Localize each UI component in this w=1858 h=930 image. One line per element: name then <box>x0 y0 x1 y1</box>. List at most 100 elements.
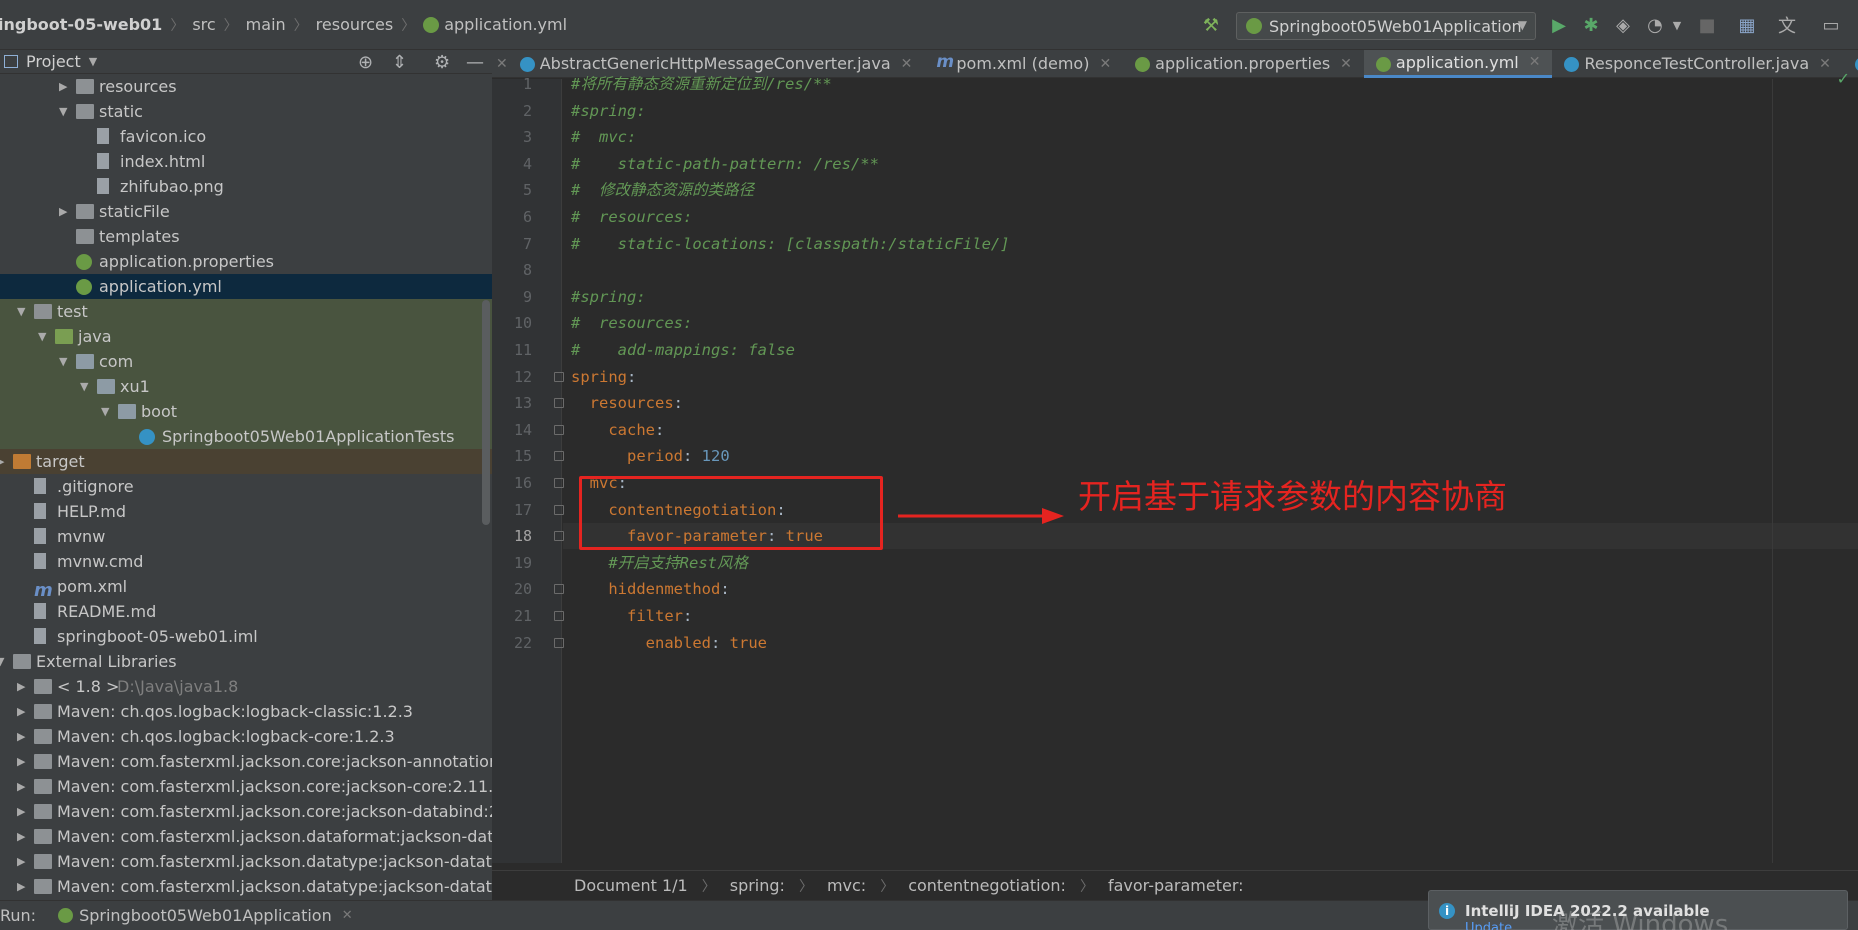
fold-marker-icon[interactable] <box>554 371 564 382</box>
tree-item[interactable]: ▼ xu1 <box>0 374 492 399</box>
collapse-arrow-icon[interactable]: ▶ <box>17 724 25 749</box>
tree-item[interactable]: m pom.xml <box>0 574 492 601</box>
breadcrumb-main[interactable]: main <box>246 15 286 34</box>
close-icon[interactable]: ✕ <box>901 56 913 72</box>
tree-item[interactable]: springboot-05-web01.iml <box>0 624 492 649</box>
expand-arrow-icon[interactable]: ▼ <box>17 299 25 324</box>
coverage-icon[interactable]: ◈ <box>1612 14 1634 36</box>
fold-marker-icon[interactable] <box>554 504 564 515</box>
tree-item[interactable]: ▶ target <box>0 449 492 474</box>
code-line[interactable]: # resources: <box>571 204 692 230</box>
stop-icon[interactable]: ■ <box>1696 14 1718 36</box>
gear-icon[interactable]: ⚙ <box>434 52 450 73</box>
tree-item[interactable]: ▶ Maven: com.fasterxml.jackson.datatype:j… <box>0 874 492 899</box>
tree-item[interactable]: favicon.ico <box>0 124 492 149</box>
close-icon[interactable]: ✕ <box>492 56 508 72</box>
tree-item[interactable]: ▶ Maven: ch.qos.logback:logback-core:1.2.… <box>0 724 492 749</box>
collapse-arrow-icon[interactable]: ▶ <box>17 874 25 899</box>
tree-item[interactable]: README.md <box>0 599 492 624</box>
editor-tab[interactable]: application.yml ✕ <box>1363 49 1553 78</box>
close-icon[interactable]: ✕ <box>1529 54 1541 70</box>
tree-item[interactable]: ▶ resources <box>0 74 492 99</box>
crumb-favor-parameter[interactable]: favor-parameter: <box>1108 876 1244 895</box>
update-link[interactable]: Update... <box>1465 921 1524 930</box>
tree-item[interactable]: ▼ External Libraries <box>0 649 492 674</box>
code-line[interactable]: filter: <box>571 603 692 629</box>
crumb-contentnegotiation[interactable]: contentnegotiation: <box>908 876 1066 895</box>
tree-item[interactable]: ▶ Maven: com.fasterxml.jackson.core:jacks… <box>0 749 492 774</box>
collapse-arrow-icon[interactable]: ▶ <box>17 749 25 774</box>
editor-tab[interactable]: m pom.xml (demo) ✕ <box>924 50 1123 78</box>
code-line[interactable]: #spring: <box>571 284 646 310</box>
terminal-icon[interactable]: ▭ <box>1820 14 1842 36</box>
tree-item[interactable]: ▼ com <box>0 349 492 374</box>
collapse-arrow-icon[interactable]: ▶ <box>17 824 25 849</box>
tree-item[interactable]: ▶ Maven: ch.qos.logback:logback-classic:1… <box>0 699 492 724</box>
tree-item[interactable]: ▼ test <box>0 299 492 324</box>
expand-arrow-icon[interactable]: ▼ <box>38 324 46 349</box>
tree-item[interactable]: HELP.md <box>0 499 492 524</box>
code-line[interactable]: # 修改静态资源的类路径 <box>571 177 754 203</box>
close-icon[interactable]: ✕ <box>1099 56 1111 72</box>
crumb-spring[interactable]: spring: <box>730 876 785 895</box>
collapse-arrow-icon[interactable]: ▶ <box>17 799 25 824</box>
breadcrumb-project[interactable]: ingboot-05-web01 <box>0 15 162 34</box>
collapse-arrow-icon[interactable]: ▶ <box>59 74 67 99</box>
tree-item[interactable]: Springboot05Web01ApplicationTests <box>0 424 492 449</box>
breadcrumb-resources[interactable]: resources <box>316 15 394 34</box>
breadcrumb-src[interactable]: src <box>192 15 215 34</box>
minimize-icon[interactable]: — <box>466 52 484 73</box>
tree-item[interactable]: zhifubao.png <box>0 174 492 199</box>
code-line[interactable]: # mvc: <box>571 124 636 150</box>
run-configuration-selector[interactable]: Springboot05Web01Application ▼ <box>1236 12 1536 40</box>
code-line[interactable]: cache: <box>571 417 664 443</box>
tree-item[interactable]: ▶ Maven: com.fasterxml.jackson.core:jacks… <box>0 799 492 824</box>
run-icon[interactable]: ▶ <box>1548 14 1570 36</box>
locate-icon[interactable]: ⊕ <box>358 52 373 73</box>
chevron-down-icon[interactable]: ▼ <box>89 55 97 68</box>
tree-item[interactable]: application.properties <box>0 249 492 274</box>
fold-marker-icon[interactable] <box>554 398 564 409</box>
close-icon[interactable]: ✕ <box>1819 56 1831 72</box>
fold-marker-icon[interactable] <box>554 424 564 435</box>
close-icon[interactable]: ✕ <box>1340 56 1352 72</box>
translate-icon[interactable]: 文 <box>1776 14 1798 37</box>
collapse-arrow-icon[interactable]: ▶ <box>17 699 25 724</box>
code-line[interactable]: #将所有静态资源重新定位到/res/** <box>571 71 832 97</box>
project-panel-title[interactable]: Project <box>26 52 81 71</box>
fold-marker-icon[interactable] <box>554 611 564 621</box>
project-structure-icon[interactable]: ▦ <box>1736 14 1758 36</box>
editor-tab[interactable]: ResponceTestController.java ✕ <box>1552 50 1842 78</box>
project-scrollbar[interactable] <box>482 300 490 525</box>
code-line[interactable]: spring: <box>571 364 636 390</box>
tree-item[interactable]: ▼ java <box>0 324 492 349</box>
collapse-arrow-icon[interactable]: ▶ <box>0 449 4 474</box>
close-icon[interactable]: ✕ <box>342 908 353 923</box>
tree-item[interactable]: application.yml <box>0 274 492 299</box>
tree-item[interactable]: ▶ staticFile <box>0 199 492 224</box>
fold-marker-icon[interactable] <box>554 451 564 462</box>
code-line[interactable]: #开启支持Rest风格 <box>571 550 748 576</box>
fold-marker-icon[interactable] <box>554 584 564 595</box>
tree-item[interactable]: ▼ boot <box>0 399 492 424</box>
tree-item[interactable]: ▶ Maven: com.fasterxml.jackson.dataformat… <box>0 824 492 849</box>
tree-item[interactable]: mvnw.cmd <box>0 549 492 574</box>
code-line[interactable]: # add-mappings: false <box>571 337 795 363</box>
code-line[interactable]: #spring: <box>571 98 646 124</box>
tree-item[interactable]: ▶ < 1.8 > D:\Java\java1.8 <box>0 674 492 699</box>
tree-item[interactable]: ▶ Maven: com.fasterxml.jackson.core:jacks… <box>0 774 492 799</box>
expand-arrow-icon[interactable]: ▼ <box>0 649 4 674</box>
more-run-options-icon[interactable]: ▼ <box>1666 14 1688 36</box>
build-hammer-icon[interactable]: ⚒ <box>1200 14 1222 36</box>
crumb-mvc[interactable]: mvc: <box>827 876 866 895</box>
run-tab-label[interactable]: Springboot05Web01Application <box>79 906 332 925</box>
tree-item[interactable]: ▼ static <box>0 99 492 124</box>
code-line[interactable]: # resources: <box>571 310 692 336</box>
breadcrumb-file[interactable]: application.yml <box>444 15 567 34</box>
collapse-arrow-icon[interactable]: ▶ <box>17 849 25 874</box>
tree-item[interactable]: mvnw <box>0 524 492 549</box>
expand-arrow-icon[interactable]: ▼ <box>101 399 109 424</box>
tree-item[interactable]: .gitignore <box>0 474 492 499</box>
code-line[interactable]: enabled: true <box>571 630 767 656</box>
code-line[interactable]: # static-locations: [classpath:/staticFi… <box>571 231 1010 257</box>
